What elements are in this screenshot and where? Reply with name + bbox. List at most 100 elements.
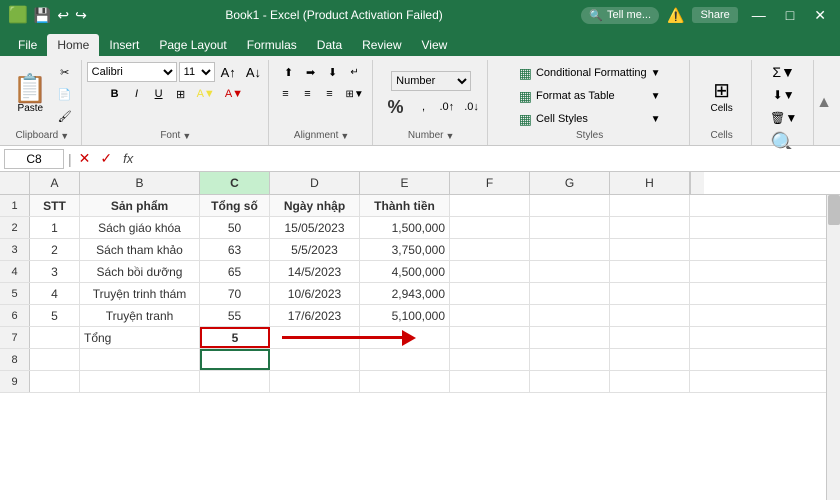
cell-c5[interactable]: 70 xyxy=(200,283,270,304)
cell-c2[interactable]: 50 xyxy=(200,217,270,238)
cell-f3[interactable] xyxy=(450,239,530,260)
cell-b2[interactable]: Sách giáo khóa xyxy=(80,217,200,238)
cell-c8[interactable] xyxy=(200,349,270,370)
cell-f9[interactable] xyxy=(450,371,530,392)
tab-page-layout[interactable]: Page Layout xyxy=(149,34,236,56)
cell-f2[interactable] xyxy=(450,217,530,238)
cell-e6[interactable]: 5,100,000 xyxy=(360,305,450,326)
merge-cells-button[interactable]: ⊞▼ xyxy=(341,84,367,104)
cell-f5[interactable] xyxy=(450,283,530,304)
cell-reference-box[interactable] xyxy=(4,149,64,169)
autosum-button[interactable]: Σ▼ xyxy=(768,62,799,82)
cell-h7[interactable] xyxy=(610,327,690,348)
font-size-select[interactable]: 11 xyxy=(179,62,215,82)
clear-button[interactable]: 🗑▼ xyxy=(766,108,801,128)
cell-g5[interactable] xyxy=(530,283,610,304)
col-header-c[interactable]: C xyxy=(200,172,270,194)
comma-button[interactable]: , xyxy=(414,97,434,117)
cell-b3[interactable]: Sách tham khảo xyxy=(80,239,200,260)
align-bottom-button[interactable]: ⬇ xyxy=(323,62,343,82)
minimize-button[interactable]: — xyxy=(746,7,772,23)
cells-big-button[interactable]: ⊞ Cells xyxy=(703,74,741,118)
tab-data[interactable]: Data xyxy=(307,34,352,56)
cell-d2[interactable]: 15/05/2023 xyxy=(270,217,360,238)
cell-d1[interactable]: Ngày nhập xyxy=(270,195,360,216)
cell-e3[interactable]: 3,750,000 xyxy=(360,239,450,260)
function-icon[interactable]: fx xyxy=(119,151,137,166)
cell-g2[interactable] xyxy=(530,217,610,238)
tab-file[interactable]: File xyxy=(8,34,47,56)
cell-a9[interactable] xyxy=(30,371,80,392)
format-as-table-button[interactable]: ▦ Format as Table ▼ xyxy=(515,86,665,107)
cell-g1[interactable] xyxy=(530,195,610,216)
cell-e9[interactable] xyxy=(360,371,450,392)
col-header-g[interactable]: G xyxy=(530,172,610,194)
tab-insert[interactable]: Insert xyxy=(99,34,149,56)
cell-f8[interactable] xyxy=(450,349,530,370)
font-name-select[interactable]: Calibri xyxy=(87,62,177,82)
cell-b6[interactable]: Truyện tranh xyxy=(80,305,200,326)
border-button[interactable]: ⊞ xyxy=(171,84,191,104)
cell-h1[interactable] xyxy=(610,195,690,216)
cell-e4[interactable]: 4,500,000 xyxy=(360,261,450,282)
cell-g7[interactable] xyxy=(530,327,610,348)
col-header-h[interactable]: H xyxy=(610,172,690,194)
fill-color-button[interactable]: A▼ xyxy=(193,84,219,104)
col-header-a[interactable]: A xyxy=(30,172,80,194)
cell-c4[interactable]: 65 xyxy=(200,261,270,282)
cell-b1[interactable]: Sản phẩm xyxy=(80,195,200,216)
cell-g6[interactable] xyxy=(530,305,610,326)
align-left-button[interactable]: ≡ xyxy=(275,84,295,104)
cell-g8[interactable] xyxy=(530,349,610,370)
cell-f4[interactable] xyxy=(450,261,530,282)
cell-g3[interactable] xyxy=(530,239,610,260)
cell-g9[interactable] xyxy=(530,371,610,392)
cell-h3[interactable] xyxy=(610,239,690,260)
cell-a5[interactable]: 4 xyxy=(30,283,80,304)
scroll-thumb[interactable] xyxy=(828,195,840,225)
tab-formulas[interactable]: Formulas xyxy=(237,34,307,56)
cell-e2[interactable]: 1,500,000 xyxy=(360,217,450,238)
cell-b4[interactable]: Sách bồi dưỡng xyxy=(80,261,200,282)
cell-a1[interactable]: STT xyxy=(30,195,80,216)
cell-e5[interactable]: 2,943,000 xyxy=(360,283,450,304)
cell-b7[interactable]: Tổng xyxy=(80,327,200,348)
formula-input[interactable] xyxy=(141,149,836,169)
conditional-formatting-button[interactable]: ▦ Conditional Formatting ▼ xyxy=(515,63,665,84)
col-header-f[interactable]: F xyxy=(450,172,530,194)
cell-c7[interactable]: 5 xyxy=(200,327,270,348)
ribbon-scroll-up[interactable]: ▲ xyxy=(816,94,832,112)
cell-b8[interactable] xyxy=(80,349,200,370)
wrap-text-button[interactable]: ↵ xyxy=(345,62,365,82)
cell-d3[interactable]: 5/5/2023 xyxy=(270,239,360,260)
cell-e1[interactable]: Thành tiền xyxy=(360,195,450,216)
increase-decimal-button[interactable]: .0↑ xyxy=(436,97,459,117)
cell-a8[interactable] xyxy=(30,349,80,370)
bold-button[interactable]: B xyxy=(105,84,125,104)
decrease-decimal-button[interactable]: .0↓ xyxy=(460,97,483,117)
cell-e7[interactable] xyxy=(360,327,450,348)
close-button[interactable]: ✕ xyxy=(808,7,832,24)
align-right-button[interactable]: ≡ xyxy=(319,84,339,104)
vertical-scrollbar[interactable] xyxy=(826,195,840,500)
save-icon[interactable]: 💾 xyxy=(34,7,51,24)
cell-h2[interactable] xyxy=(610,217,690,238)
formula-cancel-button[interactable]: ✕ xyxy=(76,150,94,167)
col-header-b[interactable]: B xyxy=(80,172,200,194)
font-color-button[interactable]: A▼ xyxy=(221,84,247,104)
cell-h5[interactable] xyxy=(610,283,690,304)
cell-b9[interactable] xyxy=(80,371,200,392)
cell-h6[interactable] xyxy=(610,305,690,326)
cell-g4[interactable] xyxy=(530,261,610,282)
undo-icon[interactable]: ↩ xyxy=(57,7,69,24)
cell-c9[interactable] xyxy=(200,371,270,392)
cell-d8[interactable] xyxy=(270,349,360,370)
cell-e8[interactable] xyxy=(360,349,450,370)
underline-button[interactable]: U xyxy=(149,84,169,104)
share-button[interactable]: Share xyxy=(692,7,737,23)
cell-c6[interactable]: 55 xyxy=(200,305,270,326)
cell-h9[interactable] xyxy=(610,371,690,392)
cell-a3[interactable]: 2 xyxy=(30,239,80,260)
cell-h4[interactable] xyxy=(610,261,690,282)
tab-review[interactable]: Review xyxy=(352,34,411,56)
